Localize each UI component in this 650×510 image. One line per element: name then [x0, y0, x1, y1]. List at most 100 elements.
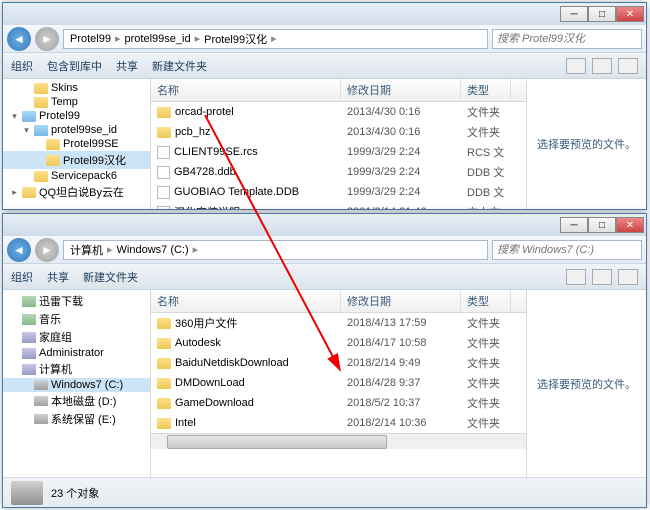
file-name: 360用户文件	[175, 315, 237, 331]
file-date: 2018/4/13 17:59	[341, 316, 461, 330]
tree-item[interactable]: Skins	[3, 81, 150, 95]
crumb[interactable]: Windows7 (C:)	[115, 244, 191, 256]
tree-item[interactable]: 本地磁盘 (D:)	[3, 392, 150, 410]
file-row[interactable]: 360用户文件2018/4/13 17:59文件夹	[151, 313, 526, 333]
forward-button[interactable]: ►	[35, 27, 59, 51]
tree-item[interactable]: 计算机	[3, 360, 150, 378]
crumb[interactable]: Protel99汉化	[202, 31, 269, 47]
newfolder-button[interactable]: 新建文件夹	[152, 58, 207, 74]
breadcrumb[interactable]: Protel99▸protel99se_id▸Protel99汉化▸	[63, 29, 488, 49]
nav-tree[interactable]: SkinsTemp▾Protel99▾protel99se_idProtel99…	[3, 79, 151, 209]
column-header[interactable]: 名称 修改日期 类型	[151, 79, 526, 102]
file-type: 文件夹	[461, 394, 511, 412]
back-button[interactable]: ◄	[7, 238, 31, 262]
tree-item[interactable]: Administrator	[3, 346, 150, 360]
forward-button[interactable]: ►	[35, 238, 59, 262]
close-button[interactable]: ✕	[616, 217, 644, 233]
col-type[interactable]: 类型	[461, 79, 511, 101]
help-button[interactable]	[618, 269, 638, 285]
tree-item[interactable]: 系统保留 (E:)	[3, 410, 150, 428]
file-name: GameDownload	[175, 397, 254, 409]
include-menu[interactable]: 包含到库中	[47, 58, 102, 74]
file-row[interactable]: DMDownLoad2018/4/28 9:37文件夹	[151, 373, 526, 393]
chevron-right-icon: ▸	[271, 32, 277, 45]
file-row[interactable]: pcb_hz2013/4/30 0:16文件夹	[151, 122, 526, 142]
breadcrumb[interactable]: 计算机▸Windows7 (C:)▸	[63, 240, 488, 260]
organize-menu[interactable]: 组织	[11, 269, 33, 285]
expand-icon[interactable]: ▾	[22, 125, 31, 136]
search-box[interactable]	[492, 240, 642, 260]
crumb[interactable]: Protel99	[68, 33, 113, 45]
file-name: Intel	[175, 417, 196, 429]
maximize-button[interactable]: □	[588, 217, 616, 233]
file-icon	[157, 206, 170, 210]
column-header[interactable]: 名称 修改日期 类型	[151, 290, 526, 313]
preview-button[interactable]	[592, 58, 612, 74]
organize-menu[interactable]: 组织	[11, 58, 33, 74]
expand-icon[interactable]: ▸	[10, 187, 19, 198]
tree-item[interactable]: 家庭组	[3, 328, 150, 346]
col-date[interactable]: 修改日期	[341, 79, 461, 101]
crumb[interactable]: 计算机	[68, 242, 105, 258]
tree-item[interactable]: ▸QQ坦白说By云在	[3, 183, 150, 201]
file-row[interactable]: GB4728.ddb1999/3/29 2:24DDB 文	[151, 162, 526, 182]
col-date[interactable]: 修改日期	[341, 290, 461, 312]
share-menu[interactable]: 共享	[116, 58, 138, 74]
col-type[interactable]: 类型	[461, 290, 511, 312]
tree-item[interactable]: ▾ Protel99	[3, 109, 150, 123]
status-text: 23 个对象	[51, 485, 99, 501]
tree-item[interactable]: Temp	[3, 95, 150, 109]
tree-item[interactable]: Servicepack6	[3, 169, 150, 183]
tree-item[interactable]: Protel99汉化	[3, 151, 150, 169]
tree-label: Skins	[51, 82, 78, 94]
file-list[interactable]: 名称 修改日期 类型 360用户文件 2018/4/13 17:59 文件夹 Auto…	[151, 290, 526, 477]
tree-item[interactable]: 迅雷下载	[3, 292, 150, 310]
back-button[interactable]: ◄	[7, 27, 31, 51]
hscrollbar[interactable]	[151, 433, 526, 449]
folder-icon	[157, 358, 171, 369]
view-button[interactable]	[566, 58, 586, 74]
expand-icon[interactable]: ▾	[10, 111, 19, 122]
file-row[interactable]: Autodesk2018/4/17 10:58文件夹	[151, 333, 526, 353]
file-list[interactable]: 名称 修改日期 类型 orcad-protel2013/4/30 0:16文件夹…	[151, 79, 526, 209]
tree-item[interactable]: ▾protel99se_id	[3, 123, 150, 137]
titlebar[interactable]: ─ □ ✕	[3, 214, 646, 236]
share-menu[interactable]: 共享	[47, 269, 69, 285]
folder-icon	[157, 318, 171, 329]
view-button[interactable]	[566, 269, 586, 285]
file-name: 汉化安装说明.txt	[174, 204, 255, 209]
search-input[interactable]	[497, 33, 637, 45]
search-input[interactable]	[497, 244, 637, 256]
minimize-button[interactable]: ─	[560, 217, 588, 233]
file-row[interactable]: GameDownload2018/5/2 10:37文件夹	[151, 393, 526, 413]
maximize-button[interactable]: □	[588, 6, 616, 22]
minimize-button[interactable]: ─	[560, 6, 588, 22]
preview-button[interactable]	[592, 269, 612, 285]
search-box[interactable]	[492, 29, 642, 49]
file-date: 2018/2/14 9:49	[341, 356, 461, 370]
close-button[interactable]: ✕	[616, 6, 644, 22]
folder-icon	[46, 155, 60, 166]
file-row[interactable]: CLIENT99SE.rcs1999/3/29 2:24RCS 文	[151, 142, 526, 162]
file-row[interactable]: orcad-protel2013/4/30 0:16文件夹	[151, 102, 526, 122]
tree-item[interactable]: Windows7 (C:)	[3, 378, 150, 392]
titlebar[interactable]: ─ □ ✕	[3, 3, 646, 25]
file-row[interactable]: Intel2018/2/14 10:36文件夹	[151, 413, 526, 433]
folder-icon	[157, 418, 171, 429]
file-row[interactable]: GUOBIAO Template.DDB1999/3/29 2:24DDB 文	[151, 182, 526, 202]
crumb[interactable]: protel99se_id	[123, 33, 193, 45]
tree-item[interactable]: 音乐	[3, 310, 150, 328]
tree-label: Protel99	[39, 110, 80, 122]
library-icon	[22, 314, 36, 325]
col-name[interactable]: 名称	[151, 290, 341, 312]
col-name[interactable]: 名称	[151, 79, 341, 101]
file-row[interactable]: BaiduNetdiskDownload2018/2/14 9:49文件夹	[151, 353, 526, 373]
file-type: 文件夹	[461, 103, 511, 121]
tree-label: Protel99SE	[63, 138, 119, 150]
file-row[interactable]: 汉化安装说明.txt2001/2/14 21:46文本文	[151, 202, 526, 209]
tree-item[interactable]: Protel99SE	[3, 137, 150, 151]
nav-tree[interactable]: 迅雷下载音乐家庭组Administrator计算机Windows7 (C:)本地…	[3, 290, 151, 477]
newfolder-button[interactable]: 新建文件夹	[83, 269, 138, 285]
special-icon	[22, 348, 36, 359]
help-button[interactable]	[618, 58, 638, 74]
